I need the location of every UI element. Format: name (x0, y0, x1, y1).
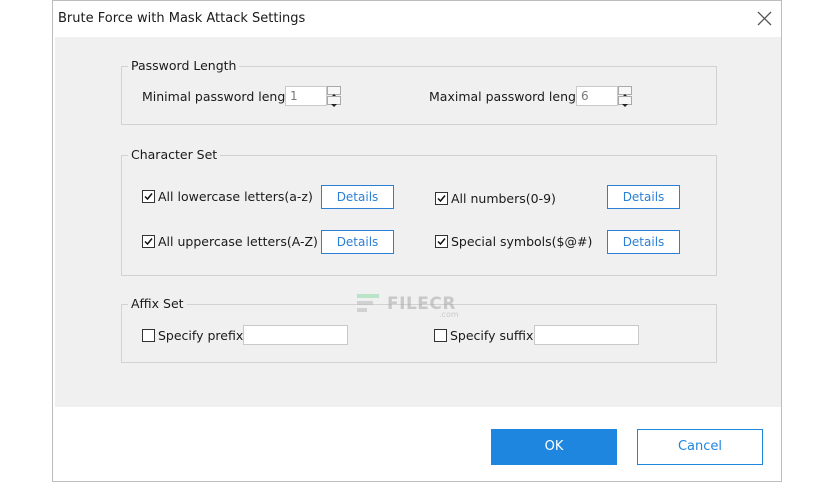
prefix-input[interactable] (243, 325, 348, 345)
max-length-label: Maximal password length (429, 89, 589, 104)
lowercase-label: All lowercase letters(a-z) (158, 189, 313, 204)
checkmark-icon (144, 238, 153, 246)
max-length-spin-buttons (618, 86, 634, 107)
symbols-checkbox[interactable] (435, 235, 448, 248)
arrow-down-icon (331, 104, 337, 107)
max-length-input[interactable]: 6 (576, 86, 618, 106)
filecr-logo-icon (357, 294, 379, 312)
close-icon (757, 11, 772, 26)
settings-dialog: Brute Force with Mask Attack Settings Pa… (52, 0, 782, 482)
watermark-subtext: .com (439, 310, 459, 319)
dialog-title: Brute Force with Mask Attack Settings (58, 11, 306, 26)
uppercase-details-button[interactable]: Details (321, 230, 394, 254)
password-length-group: Password Length Minimal password length … (121, 58, 717, 125)
symbols-label: Special symbols($@#) (451, 234, 593, 249)
min-length-up-button[interactable] (327, 86, 341, 97)
suffix-label: Specify suffix: (450, 328, 538, 343)
min-length-down-button[interactable] (327, 96, 341, 107)
title-bar: Brute Force with Mask Attack Settings (53, 1, 781, 37)
suffix-input[interactable] (534, 325, 639, 345)
arrow-down-icon (622, 104, 628, 107)
cancel-button[interactable]: Cancel (637, 429, 763, 465)
min-length-input[interactable]: 1 (285, 86, 327, 106)
ok-button[interactable]: OK (491, 429, 617, 465)
dialog-content: Password Length Minimal password length … (55, 37, 781, 407)
affix-set-title: Affix Set (128, 296, 187, 312)
min-length-spin-buttons (327, 86, 343, 107)
uppercase-checkbox[interactable] (142, 235, 155, 248)
close-button[interactable] (751, 7, 777, 31)
lowercase-details-button[interactable]: Details (321, 185, 394, 209)
checkmark-icon (437, 195, 446, 203)
numbers-details-button[interactable]: Details (607, 185, 680, 209)
max-length-up-button[interactable] (618, 86, 632, 97)
character-set-group: Character Set All lowercase letters(a-z)… (121, 147, 717, 276)
min-length-label: Minimal password length (142, 89, 299, 104)
prefix-checkbox[interactable] (142, 329, 155, 342)
checkmark-icon (144, 193, 153, 201)
watermark: FILECR .com (355, 292, 459, 322)
uppercase-label: All uppercase letters(A-Z) (158, 234, 318, 249)
checkmark-icon (437, 238, 446, 246)
symbols-details-button[interactable]: Details (607, 230, 680, 254)
max-length-down-button[interactable] (618, 96, 632, 107)
suffix-checkbox[interactable] (434, 329, 447, 342)
lowercase-checkbox[interactable] (142, 190, 155, 203)
numbers-label: All numbers(0-9) (451, 191, 556, 206)
numbers-checkbox[interactable] (435, 192, 448, 205)
password-length-title: Password Length (128, 58, 240, 74)
character-set-title: Character Set (128, 147, 221, 163)
prefix-label: Specify prefix: (158, 328, 248, 343)
